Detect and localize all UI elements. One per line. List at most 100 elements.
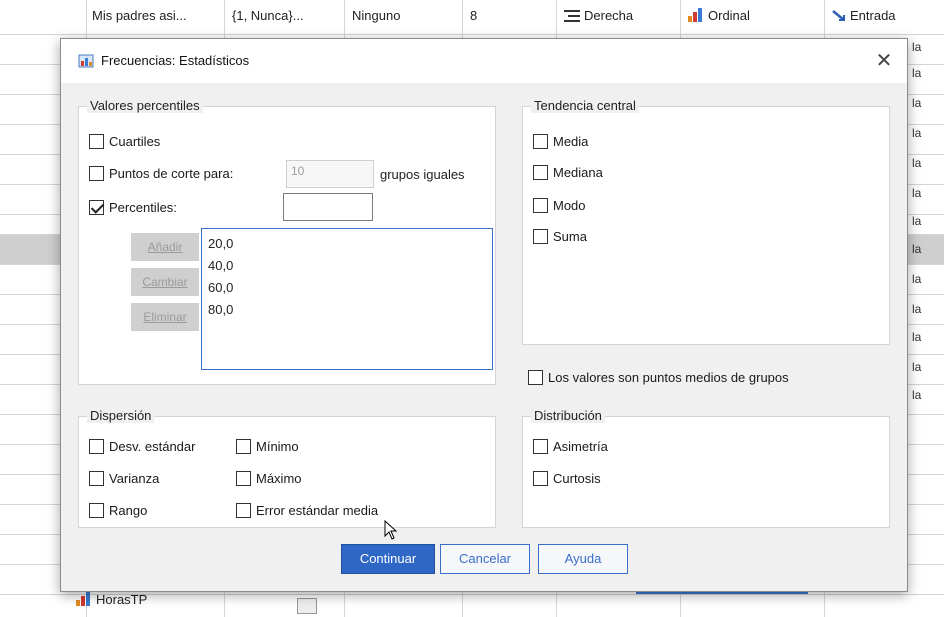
- continue-button[interactable]: Continuar: [341, 544, 435, 574]
- minimum-label: Mínimo: [256, 439, 299, 454]
- frequencies-statistics-dialog: Frecuencias: Estadísticos ✕ Valores perc…: [60, 38, 908, 592]
- quartiles-checkbox[interactable]: Cuartiles: [89, 134, 160, 149]
- percentiles-box[interactable]: [89, 200, 104, 215]
- mean-checkbox[interactable]: Media: [533, 134, 588, 149]
- range-checkbox[interactable]: Rango: [89, 503, 147, 518]
- change-button[interactable]: Cambiar: [131, 268, 199, 296]
- cancel-button[interactable]: Cancelar: [440, 544, 530, 574]
- bg-side-text: la: [912, 126, 922, 140]
- kurtosis-box[interactable]: [533, 471, 548, 486]
- std-dev-checkbox[interactable]: Desv. estándar: [89, 439, 195, 454]
- variance-label: Varianza: [109, 471, 160, 486]
- bg-cell-columns: 8: [470, 8, 478, 23]
- bg-side-text: la: [912, 388, 922, 402]
- ordinal-bars-icon: [688, 8, 702, 22]
- equal-groups-label: grupos iguales: [380, 167, 465, 182]
- central-tendency-group: Tendencia central Media Mediana Modo Sum…: [522, 98, 890, 345]
- midpoints-label: Los valores son puntos medios de grupos: [548, 370, 789, 385]
- bg-measure-label: Ordinal: [708, 8, 750, 23]
- sum-box[interactable]: [533, 229, 548, 244]
- app-dialog-icon: [78, 54, 94, 68]
- bg-side-text: la: [912, 360, 922, 374]
- cut-points-label: Puntos de corte para:: [109, 166, 234, 181]
- std-error-label: Error estándar media: [256, 503, 379, 518]
- dispersion-group: Dispersión Desv. estándar Mínimo Varianz…: [78, 408, 496, 528]
- dialog-titlebar: Frecuencias: Estadísticos ✕: [61, 39, 907, 83]
- bg-role-label: Entrada: [850, 8, 896, 23]
- bg-bottom-variable-label: HorasTP: [96, 592, 148, 607]
- close-button[interactable]: ✕: [869, 47, 899, 75]
- percentile-list[interactable]: 20,0 40,0 60,0 80,0: [201, 228, 493, 370]
- bg-side-text: la: [912, 214, 922, 228]
- minimum-box[interactable]: [236, 439, 251, 454]
- list-item[interactable]: 40,0: [208, 255, 486, 277]
- maximum-checkbox[interactable]: Máximo: [236, 471, 302, 486]
- bg-side-text: la: [912, 272, 922, 286]
- bg-bottom-variable: HorasTP: [76, 592, 147, 607]
- bg-side-text: la: [912, 156, 922, 170]
- variance-box[interactable]: [89, 471, 104, 486]
- distribution-group: Distribución Asimetría Curtosis: [522, 408, 890, 528]
- maximum-box[interactable]: [236, 471, 251, 486]
- quartiles-box[interactable]: [89, 134, 104, 149]
- bg-cell-role: Entrada: [832, 8, 896, 23]
- variance-checkbox[interactable]: Varianza: [89, 471, 159, 486]
- bg-cell-name: Mis padres asi...: [92, 8, 187, 23]
- bg-side-text: la: [912, 40, 922, 54]
- midpoints-checkbox[interactable]: Los valores son puntos medios de grupos: [528, 370, 789, 385]
- std-error-checkbox[interactable]: Error estándar media: [236, 503, 378, 518]
- skewness-box[interactable]: [533, 439, 548, 454]
- input-arrow-icon: [832, 10, 845, 21]
- quartiles-label: Cuartiles: [109, 134, 161, 149]
- list-item[interactable]: 60,0: [208, 277, 486, 299]
- maximum-label: Máximo: [256, 471, 302, 486]
- dialog-title: Frecuencias: Estadísticos: [101, 53, 250, 68]
- help-button[interactable]: Ayuda: [538, 544, 628, 574]
- close-icon: ✕: [875, 50, 893, 72]
- std-dev-box[interactable]: [89, 439, 104, 454]
- dispersion-title: Dispersión: [87, 408, 155, 423]
- mouse-pointer-icon: [384, 520, 398, 540]
- bg-side-text: la: [912, 96, 922, 110]
- bg-side-text: la: [912, 330, 922, 344]
- std-error-box[interactable]: [236, 503, 251, 518]
- kurtosis-label: Curtosis: [553, 471, 601, 486]
- skewness-checkbox[interactable]: Asimetría: [533, 439, 608, 454]
- percentile-values-title: Valores percentiles: [87, 98, 203, 113]
- std-dev-label: Desv. estándar: [109, 439, 196, 454]
- scale-bars-icon: [76, 592, 90, 606]
- bg-cell-align: Derecha: [564, 8, 633, 23]
- list-item[interactable]: 20,0: [208, 233, 486, 255]
- cut-points-box[interactable]: [89, 166, 104, 181]
- bg-side-text: la: [912, 66, 922, 80]
- bg-cell-values: {1, Nunca}...: [232, 8, 304, 23]
- kurtosis-checkbox[interactable]: Curtosis: [533, 471, 601, 486]
- sum-label: Suma: [553, 229, 587, 244]
- percentile-values-group: Valores percentiles Cuartiles Puntos de …: [78, 98, 496, 385]
- remove-button[interactable]: Eliminar: [131, 303, 199, 331]
- percentiles-checkbox[interactable]: Percentiles:: [89, 200, 177, 215]
- range-box[interactable]: [89, 503, 104, 518]
- align-right-icon: [564, 10, 580, 22]
- bg-side-text: la: [912, 242, 922, 256]
- mode-checkbox[interactable]: Modo: [533, 198, 586, 213]
- range-label: Rango: [109, 503, 148, 518]
- percentile-value-input[interactable]: [283, 193, 373, 221]
- sum-checkbox[interactable]: Suma: [533, 229, 587, 244]
- minimum-checkbox[interactable]: Mínimo: [236, 439, 299, 454]
- mode-label: Modo: [553, 198, 586, 213]
- mean-box[interactable]: [533, 134, 548, 149]
- mean-label: Media: [553, 134, 589, 149]
- median-checkbox[interactable]: Mediana: [533, 165, 603, 180]
- median-box[interactable]: [533, 165, 548, 180]
- cut-points-input[interactable]: 10: [286, 160, 374, 188]
- add-button[interactable]: Añadir: [131, 233, 199, 261]
- bg-side-text: la: [912, 302, 922, 316]
- cut-points-checkbox[interactable]: Puntos de corte para:: [89, 166, 233, 181]
- midpoints-box[interactable]: [528, 370, 543, 385]
- list-item[interactable]: 80,0: [208, 299, 486, 321]
- bg-cell-measure: Ordinal: [688, 8, 750, 23]
- background-top-row: Mis padres asi... {1, Nunca}... Ninguno …: [0, 0, 944, 34]
- mode-box[interactable]: [533, 198, 548, 213]
- bg-side-text: la: [912, 186, 922, 200]
